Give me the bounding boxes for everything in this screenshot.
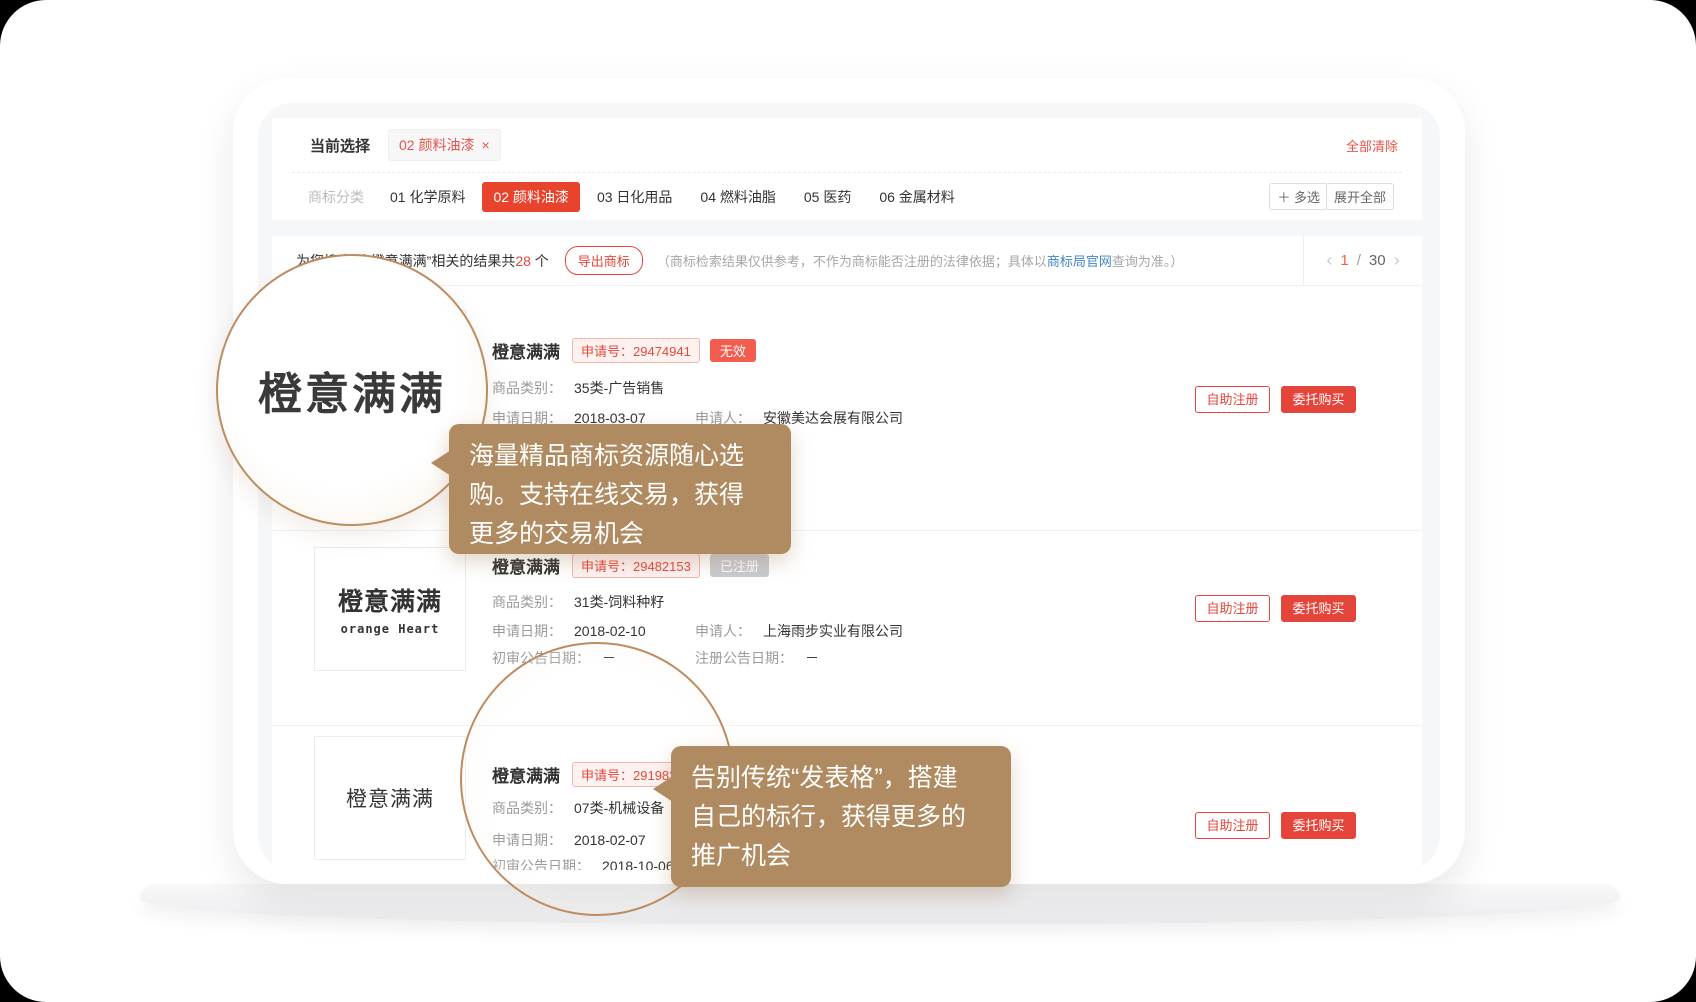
results-header: 为您搜索到“橙意满满”相关的结果共28 个 导出商标 （商标检索结果仅供参考，不… [272,236,1422,286]
application-number-label: 申请号： [581,344,633,359]
entrust-buy-button[interactable]: 委托购买 [1281,812,1356,839]
category-item-02-selected[interactable]: 02 颜料油漆 [482,182,579,212]
current-selection-row: 当前选择 02 颜料油漆 × 全部清除 [272,118,1422,172]
trademark-image-text: 橙意满满 [338,582,442,618]
status-badge: 已注册 [710,554,769,577]
trademark-title-line: 橙意满满 申请号：29482153 已注册 [492,553,769,578]
callout-line: 推广机会 [691,837,991,876]
selected-filter-chip-label: 02 颜料油漆 [399,135,474,155]
trademark-name[interactable]: 橙意满满 [492,553,560,578]
category-label: 商品类别： [492,594,562,610]
entrust-buy-button[interactable]: 委托购买 [1281,386,1356,413]
category-item-01[interactable]: 01 化学原料 [390,187,465,207]
callout-bubble-2: 告别传统“发表格”，搭建 自己的标行，获得更多的 推广机会 [671,746,1011,887]
application-number-tag: 申请号：29474941 [572,338,700,363]
trademark-office-link[interactable]: 商标局官网 [1047,254,1112,269]
clear-all-link[interactable]: 全部清除 [1346,136,1398,155]
screenshot-stage: 当前选择 02 颜料油漆 × 全部清除 商标分类 01 化学原料 02 颜料油漆 [0,0,1696,1002]
selected-filter-chip[interactable]: 02 颜料油漆 × [388,129,501,161]
category-item-03[interactable]: 03 日化用品 [597,187,672,207]
multi-select-button[interactable]: ＋ 多选 [1269,183,1328,210]
filter-panel: 当前选择 02 颜料油漆 × 全部清除 商标分类 01 化学原料 02 颜料油漆 [272,118,1422,220]
category-line: 商品类别： 31类-饲料种籽 [492,592,664,612]
disclaimer-text: （商标检索结果仅供参考，不作为商标能否注册的法律依据；具体以 [657,254,1047,269]
category-value: 35类-广告销售 [574,380,664,396]
close-icon[interactable]: × [481,138,489,152]
applicant-label: 申请人： [695,623,751,639]
trademark-image-text: 橙意满满 [346,783,434,813]
callout-line: 自己的标行，获得更多的 [691,798,991,837]
page-background: 当前选择 02 颜料油漆 × 全部清除 商标分类 01 化学原料 02 颜料油漆 [0,0,1696,1002]
pagination: ‹ 1 / 30 › [1303,236,1422,285]
category-item-05[interactable]: 05 医药 [804,187,851,207]
applicant-line: 申请人： 上海雨步实业有限公司 [695,621,903,641]
status-badge: 无效 [710,339,756,362]
callout-bubble-1: 海量精品商标资源随心选 购。支持在线交易，获得 更多的交易机会 [449,424,791,554]
magnified-trademark-text: 橙意满满 [258,358,446,422]
result-row-2: 橙意满满 orange Heart 橙意满满 申请号：29482153 已注册 … [272,530,1422,726]
application-number-label: 申请号： [581,559,633,574]
trademark-title-line: 橙意满满 申请号：29474941 无效 [492,338,756,363]
callout-line: 购。支持在线交易，获得 [469,476,771,515]
expand-all-button[interactable]: 展开全部 [1326,183,1394,210]
bubble-tail-icon [653,776,673,802]
application-number-tag: 申请号：29482153 [572,553,700,578]
application-number-value: 29474941 [633,344,691,359]
category-item-04[interactable]: 04 燃料油脂 [700,187,775,207]
callout-line: 告别传统“发表格”，搭建 [691,759,991,798]
category-item-06[interactable]: 06 金属材料 [879,187,954,207]
results-summary-unit: 个 [531,253,549,269]
page-current: 1 [1340,252,1348,269]
applicant-value: 上海雨步实业有限公司 [763,623,903,639]
apply-date-value: 2018-02-10 [574,623,646,639]
trademark-image: 橙意满满 orange Heart [314,547,466,671]
chevron-right-icon[interactable]: › [1394,250,1400,271]
application-number-value: 29482153 [633,559,691,574]
category-row-label: 商标分类 [308,187,364,207]
registration-publication-line: 注册公告日期： － [695,648,819,668]
page-separator: / [1357,252,1361,269]
laptop-base [140,884,1620,924]
callout-line: 海量精品商标资源随心选 [469,437,771,476]
entrust-buy-button[interactable]: 委托购买 [1281,595,1356,622]
category-label: 商品类别： [492,380,562,396]
self-register-button[interactable]: 自助注册 [1195,595,1270,622]
page-total: 30 [1369,252,1386,269]
bubble-tail-icon [431,450,451,476]
registration-publication-value: － [805,650,819,666]
callout-line: 更多的交易机会 [469,515,771,554]
trademark-image-subtext: orange Heart [341,622,440,636]
category-value: 31类-饲料种籽 [574,594,664,610]
export-trademarks-button[interactable]: 导出商标 [565,246,643,275]
results-count: 28 [515,253,531,269]
trademark-name[interactable]: 橙意满满 [492,338,560,363]
current-selection-label: 当前选择 [310,135,370,156]
trademark-image: 橙意满满 [314,736,466,860]
self-register-button[interactable]: 自助注册 [1195,386,1270,413]
category-line: 商品类别： 35类-广告销售 [492,378,664,398]
apply-date-line: 申请日期： 2018-02-10 [492,621,646,641]
disclaimer-text-end: 查询为准。） [1112,254,1184,269]
registration-publication-label: 注册公告日期： [695,650,793,666]
apply-date-label: 申请日期： [492,623,562,639]
magnifier-lens-1: 橙意满满 [216,254,488,526]
self-register-button[interactable]: 自助注册 [1195,812,1270,839]
category-row: 商标分类 01 化学原料 02 颜料油漆 03 日化用品 04 燃料油脂 05 … [272,173,1422,220]
chevron-left-icon[interactable]: ‹ [1326,250,1332,271]
results-disclaimer: （商标检索结果仅供参考，不作为商标能否注册的法律依据；具体以商标局官网查询为准。… [657,251,1184,270]
